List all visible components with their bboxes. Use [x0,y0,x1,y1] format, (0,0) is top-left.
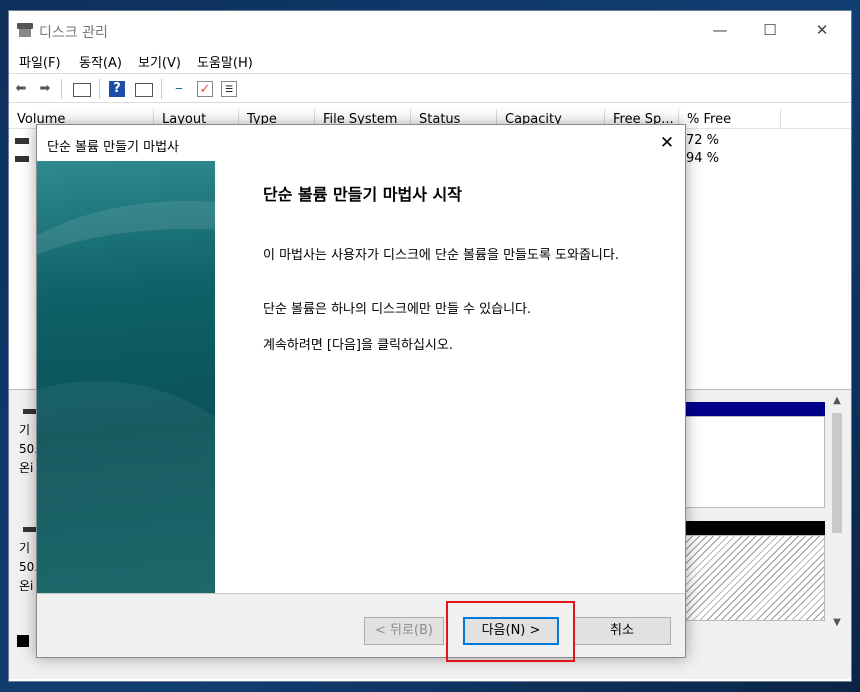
close-button[interactable]: ✕ [799,17,845,43]
disk-icon [23,409,37,414]
toolbar: ⬅ ➡ ? ⎯ ✓ ☰ [9,73,851,103]
connect-icon[interactable]: ⎯ [171,81,187,97]
back-arrow-icon[interactable]: ⬅ [13,81,29,97]
window-titlebar: 디스크 관리 — ☐ ✕ [9,11,851,49]
partition-box[interactable] [685,416,825,508]
wizard-instruction: 계속하려면 [다음]을 클릭하십시오. [263,338,453,353]
partition-bar-primary [685,402,825,416]
wizard-note: 단순 볼륨은 하나의 디스크에만 만들 수 있습니다. [263,302,532,317]
menu-help[interactable]: 도움말(H) [197,52,253,71]
volume-icon [15,156,29,162]
window-title: 디스크 관리 [39,25,108,41]
wizard-divider [37,593,685,594]
disk-icon [23,527,37,532]
forward-arrow-icon[interactable]: ➡ [37,81,53,97]
volume-percent-free: 94 % [686,151,720,166]
scroll-down-icon[interactable]: ▼ [829,615,845,631]
wizard-content: 단순 볼륨 만들기 마법사 시작 이 마법사는 사용자가 디스크에 단순 볼륨을… [215,161,685,593]
wizard-title: 단순 볼륨 만들기 마법사 [47,140,179,155]
partition-bar-unallocated [685,521,825,535]
check-icon[interactable]: ✓ [197,81,213,97]
wizard-description: 이 마법사는 사용자가 디스크에 단순 볼륨을 만들도록 도와줍니다. [263,248,619,263]
minimize-button[interactable]: — [697,17,743,43]
next-button-highlight [446,601,575,662]
menu-view[interactable]: 보기(V) [138,52,181,71]
back-button[interactable]: < 뒤로(B) [364,617,444,645]
toolbar-separator [99,79,100,99]
maximize-button[interactable]: ☐ [747,17,793,43]
wizard-close-button[interactable]: ✕ [655,133,679,153]
toolbar-separator [161,79,162,99]
help-icon[interactable]: ? [109,81,125,97]
wizard-heading: 단순 볼륨 만들기 마법사 시작 [263,185,462,204]
toolbar-separator [61,79,62,99]
properties-icon[interactable] [135,83,153,97]
vertical-scrollbar[interactable]: ▲ ▼ [829,393,845,633]
disk-management-icon [17,23,33,37]
cancel-button[interactable]: 취소 [573,617,671,645]
banner-wave-decoration [37,381,215,593]
legend-unallocated-swatch [17,635,29,647]
list-icon[interactable]: ☰ [221,81,237,97]
menu-file[interactable]: 파일(F) [19,52,61,71]
menu-action[interactable]: 동작(A) [79,52,122,71]
volume-percent-free: 72 % [686,133,720,148]
console-tree-icon[interactable] [73,83,91,97]
unallocated-partition[interactable] [685,535,825,621]
new-simple-volume-wizard: 단순 볼륨 만들기 마법사 ✕ 단순 볼륨 만들기 마법사 시작 이 마법사는 … [36,124,686,658]
scroll-thumb[interactable] [832,413,842,533]
wizard-side-banner [37,161,215,593]
menu-bar: 파일(F) 동작(A) 보기(V) 도움말(H) [9,49,851,71]
scroll-up-icon[interactable]: ▲ [829,393,845,409]
wizard-titlebar: 단순 볼륨 만들기 마법사 ✕ [37,125,685,161]
volume-icon [15,138,29,144]
col-percent-free[interactable]: % Free [679,109,781,129]
